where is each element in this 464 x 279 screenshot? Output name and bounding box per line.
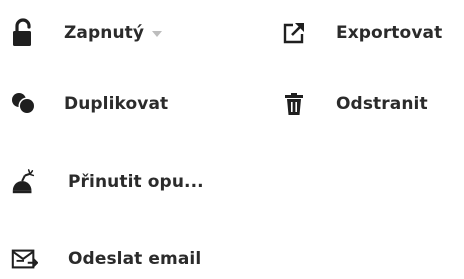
force-unsubscribe-button[interactable]: Přinutit opu... bbox=[10, 162, 204, 202]
export-button[interactable]: Exportovat bbox=[280, 13, 442, 53]
duplicate-label: Duplikovat bbox=[64, 94, 169, 114]
export-label: Exportovat bbox=[336, 23, 443, 43]
unlock-icon bbox=[10, 18, 38, 47]
chevron-down-icon bbox=[152, 31, 163, 37]
force-unsubscribe-label: Přinutit opu... bbox=[68, 172, 204, 192]
external-link-icon bbox=[280, 19, 308, 47]
status-label: Zapnutý bbox=[64, 23, 145, 43]
send-email-button[interactable]: Odeslat email bbox=[10, 239, 201, 279]
send-email-icon bbox=[10, 245, 38, 273]
send-email-label: Odeslat email bbox=[68, 249, 202, 269]
delete-button[interactable]: Odstranit bbox=[280, 84, 428, 124]
delete-label: Odstranit bbox=[336, 94, 428, 114]
duplicate-button[interactable]: Duplikovat bbox=[10, 84, 168, 124]
trash-icon bbox=[280, 90, 308, 118]
force-unsubscribe-icon bbox=[10, 168, 38, 196]
status-toggle-dropdown[interactable]: Zapnutý bbox=[10, 13, 163, 53]
duplicate-icon bbox=[10, 90, 38, 118]
